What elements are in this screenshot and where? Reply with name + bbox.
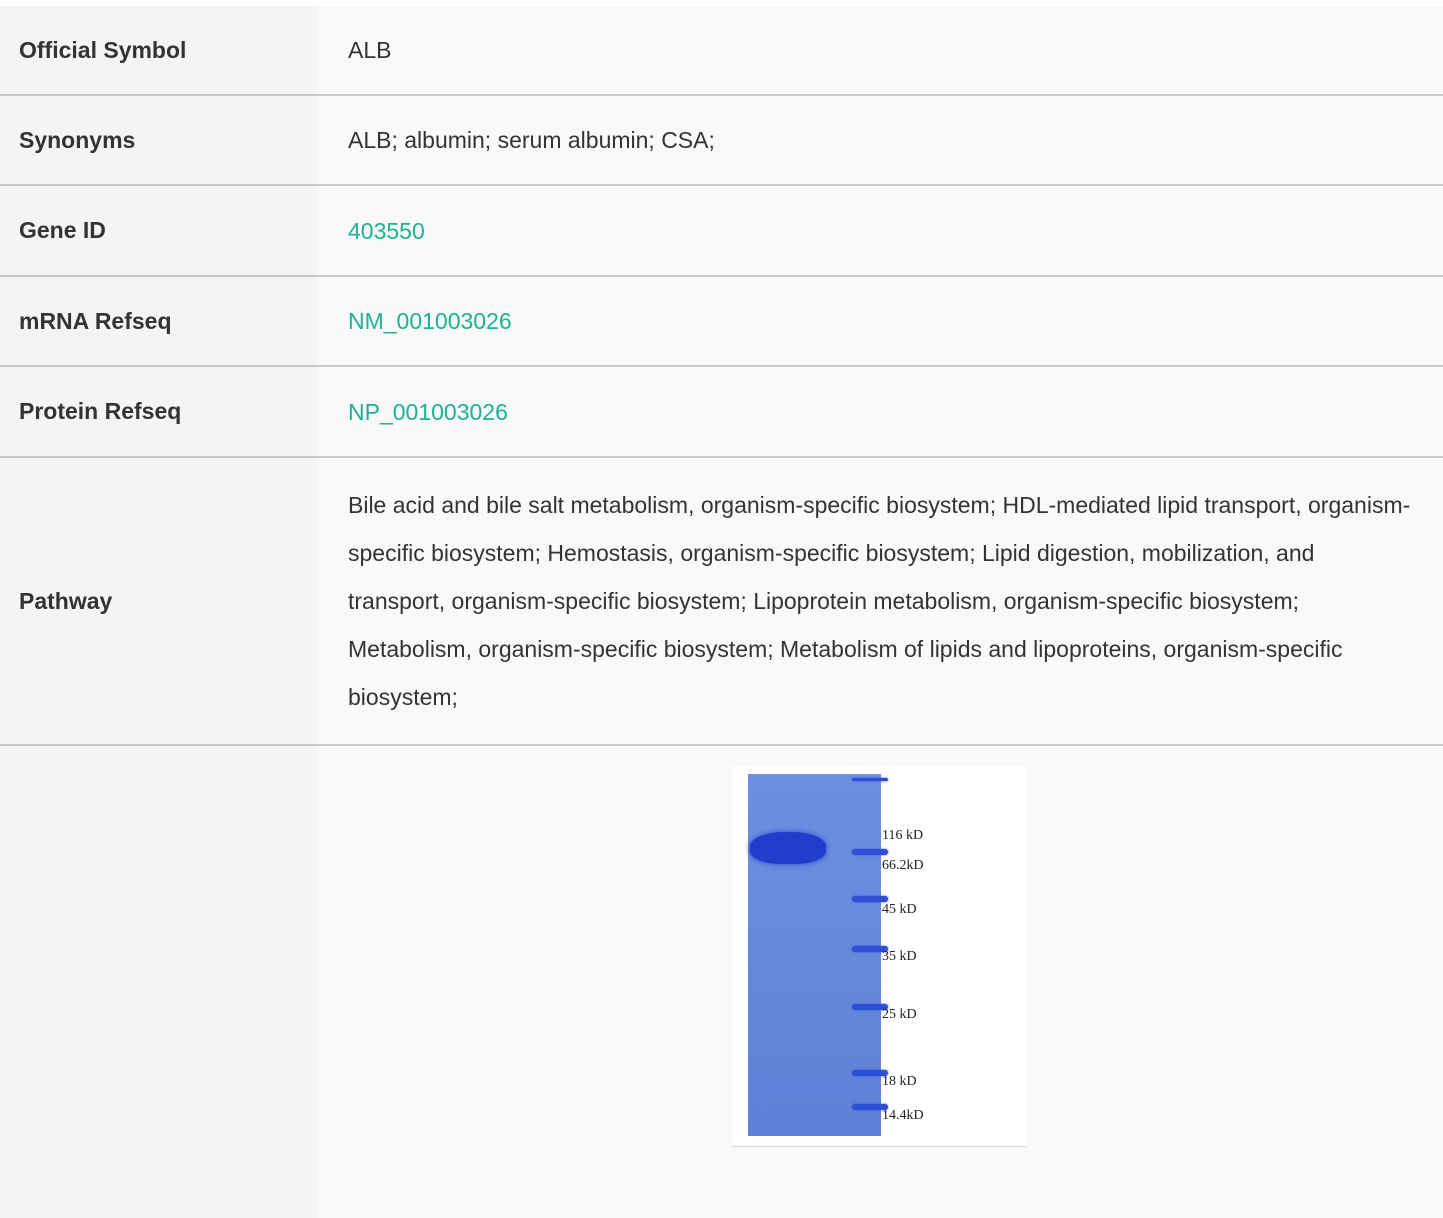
pathway-value: Bile acid and bile salt metabolism, orga… <box>317 458 1443 744</box>
marker-label: 25 kD <box>882 1007 917 1022</box>
row-official-symbol: Official Symbol ALB <box>0 6 1443 96</box>
sds-page-gel-image: 116 kD 66.2kD 45 kD 35 kD 25 kD 18 kD 14… <box>732 766 1026 1147</box>
row-label: Pathway <box>0 458 317 744</box>
ladder-band-116 <box>852 778 888 781</box>
row-mrna-refseq: mRNA Refseq NM_001003026 <box>0 277 1443 367</box>
row-label: Synonyms <box>0 96 317 184</box>
marker-label: 35 kD <box>882 949 917 964</box>
official-symbol-value: ALB <box>317 6 1443 94</box>
protein-refseq-cell: NP_001003026 <box>317 367 1443 456</box>
row-synonyms: Synonyms ALB; albumin; serum albumin; CS… <box>0 96 1443 186</box>
row-image: 116 kD 66.2kD 45 kD 35 kD 25 kD 18 kD 14… <box>0 746 1443 1218</box>
mrna-refseq-link[interactable]: NM_001003026 <box>348 297 512 345</box>
row-pathway: Pathway Bile acid and bile salt metaboli… <box>0 458 1443 746</box>
row-label-empty <box>0 746 317 1218</box>
marker-label: 14.4kD <box>882 1108 924 1123</box>
gel-lane-area <box>748 774 888 1136</box>
gene-info-table: Official Symbol ALB Synonyms ALB; albumi… <box>0 6 1443 1218</box>
gene-id-cell: 403550 <box>317 186 1443 275</box>
row-label: Protein Refseq <box>0 367 317 456</box>
synonyms-value: ALB; albumin; serum albumin; CSA; <box>317 96 1443 184</box>
row-protein-refseq: Protein Refseq NP_001003026 <box>0 367 1443 458</box>
marker-label: 66.2kD <box>882 858 924 873</box>
mrna-refseq-cell: NM_001003026 <box>317 277 1443 365</box>
image-cell: 116 kD 66.2kD 45 kD 35 kD 25 kD 18 kD 14… <box>317 746 1443 1218</box>
row-label: mRNA Refseq <box>0 277 317 365</box>
marker-label: 45 kD <box>882 902 917 917</box>
sample-band <box>750 832 826 864</box>
row-gene-id: Gene ID 403550 <box>0 186 1443 277</box>
protein-refseq-link[interactable]: NP_001003026 <box>348 388 508 436</box>
row-label: Official Symbol <box>0 6 317 94</box>
gene-id-link[interactable]: 403550 <box>348 207 425 255</box>
row-label: Gene ID <box>0 186 317 275</box>
